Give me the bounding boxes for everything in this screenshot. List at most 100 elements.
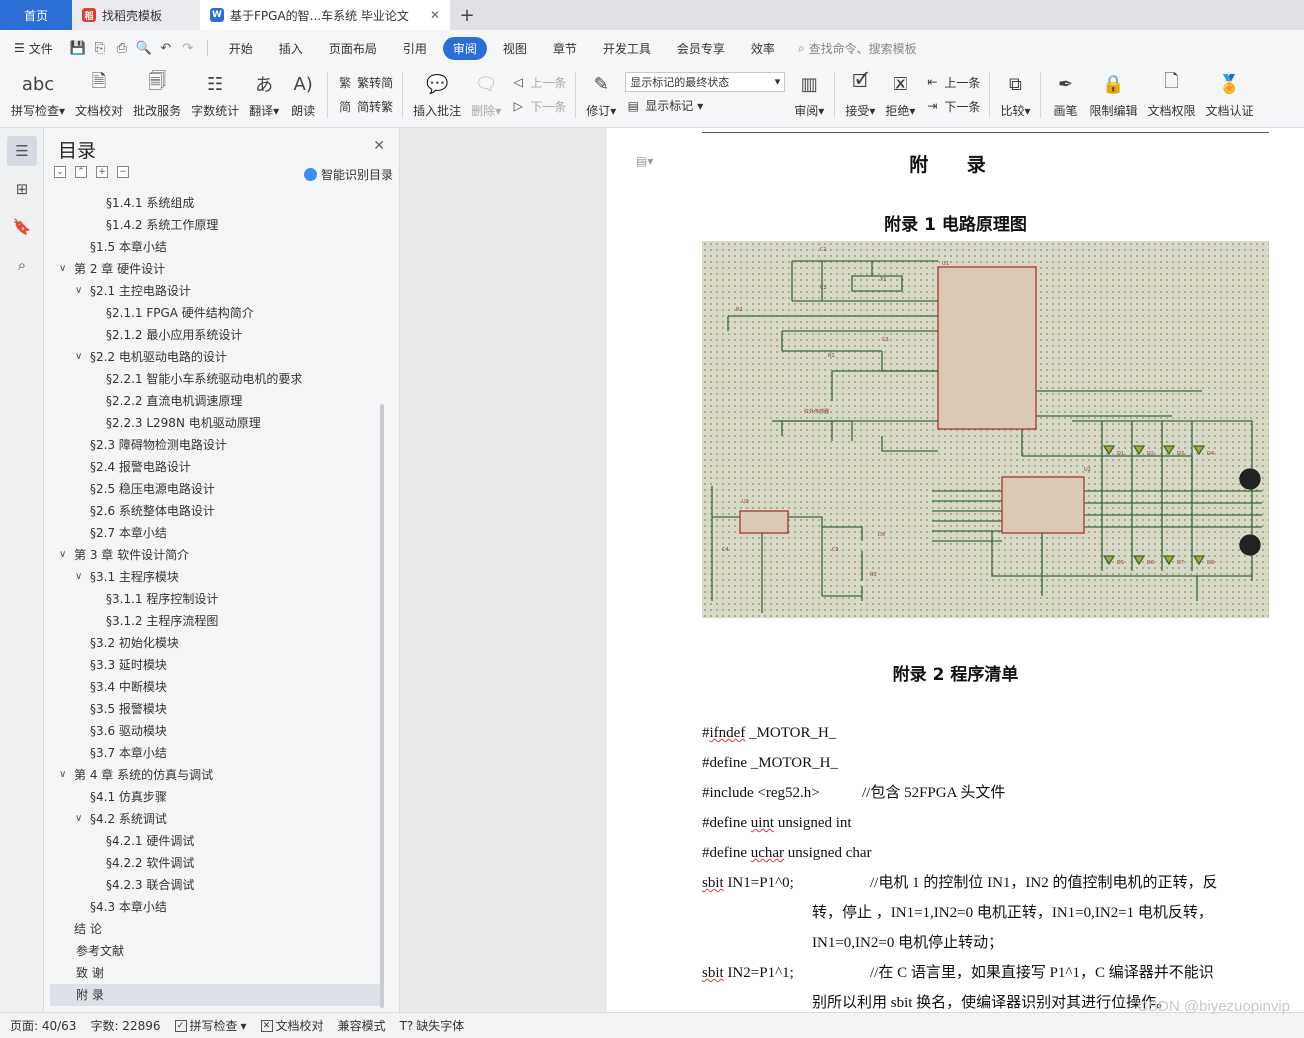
word-count-button[interactable]: ☷ 字数统计 — [186, 70, 244, 119]
compare-button[interactable]: ⧉ 比较▾ — [995, 70, 1035, 119]
doc-permission-button[interactable]: 🗋 文档权限 — [1143, 70, 1201, 119]
chevron-down-icon[interactable]: ∨ — [75, 566, 82, 588]
tab-template[interactable]: 稻 找稻壳模板 — [72, 0, 200, 30]
toc-item[interactable]: ∨ 第 2 章 硬件设计 — [50, 258, 380, 280]
toc-item[interactable]: §1.4.2 系统工作原理 — [50, 214, 380, 236]
menu-tab[interactable]: 插入 — [269, 37, 313, 60]
spellcheck-status[interactable]: ✓ 拼写检查 ▾ — [174, 1017, 247, 1034]
show-markup-button[interactable]: ▤ 显示标记 ▾ — [625, 95, 785, 117]
annotate-service-button[interactable]: 🗐 批改服务 — [128, 70, 186, 119]
toc-item[interactable]: §2.6 系统整体电路设计 — [50, 500, 380, 522]
trad-to-simp-button[interactable]: 繁繁转简 — [337, 71, 393, 93]
accept-button[interactable]: 🗹 接受▾ — [840, 70, 880, 119]
toc-item[interactable]: ∨ §2.2 电机驱动电路的设计 — [50, 346, 380, 368]
menu-tab[interactable]: 会员专享 — [667, 37, 735, 60]
review-pane-button[interactable]: ▥ 审阅▾ — [789, 70, 829, 119]
markup-state-select[interactable]: 显示标记的最终状态 ▾ — [625, 71, 786, 92]
smart-toc-button[interactable]: 智能识别目录 — [303, 166, 393, 183]
expand-all-icon[interactable]: ⌃ — [75, 166, 87, 178]
remove-heading-icon[interactable]: − — [117, 166, 129, 178]
toc-item[interactable]: 结 论 — [50, 918, 380, 940]
chevron-down-icon[interactable]: ∨ — [59, 258, 66, 280]
missing-font-status[interactable]: T? 缺失字体 — [400, 1017, 465, 1034]
add-heading-icon[interactable]: + — [96, 166, 108, 178]
toc-item[interactable]: §4.2.1 硬件调试 — [50, 830, 380, 852]
menu-tab[interactable]: 开发工具 — [593, 37, 661, 60]
chevron-down-icon[interactable]: ∨ — [75, 280, 82, 302]
simp-to-trad-button[interactable]: 简简转繁 — [337, 95, 393, 117]
prev-revision-button[interactable]: ⇤ 上一条 — [924, 71, 980, 93]
toc-item[interactable]: §2.5 稳压电源电路设计 — [50, 478, 380, 500]
toc-item[interactable]: §4.1 仿真步骤 — [50, 786, 380, 808]
toc-item[interactable]: §2.1.1 FPGA 硬件结构简介 — [50, 302, 380, 324]
chevron-down-icon[interactable]: ∨ — [59, 544, 66, 566]
toc-item[interactable]: §3.2 初始化模块 — [50, 632, 380, 654]
close-tab-icon[interactable]: ✕ — [430, 8, 440, 22]
print-icon[interactable]: ⎙ — [114, 40, 130, 56]
toc-item[interactable]: §3.5 报警模块 — [50, 698, 380, 720]
translate-button[interactable]: あ翻译▾ — [244, 70, 284, 119]
next-revision-button[interactable]: ⇥ 下一条 — [924, 95, 980, 117]
prev-comment-button[interactable]: ◁ 上一条 — [510, 71, 567, 93]
toc-item[interactable]: §2.2.3 L298N 电机驱动原理 — [50, 412, 380, 434]
restrict-edit-button[interactable]: 🔒 限制编辑 — [1084, 70, 1142, 119]
toc-item[interactable]: 附 录 — [50, 984, 380, 1006]
chevron-down-icon[interactable]: ∨ — [59, 764, 66, 786]
next-comment-button[interactable]: ▷ 下一条 — [510, 95, 567, 117]
word-count-indicator[interactable]: 字数: 22896 — [90, 1017, 160, 1034]
read-aloud-button[interactable]: A) 朗读 — [284, 70, 322, 119]
toc-scrollbar[interactable] — [380, 404, 384, 1008]
toc-item[interactable]: §2.3 障碍物检测电路设计 — [50, 434, 380, 456]
toc-item[interactable]: §2.2.1 智能小车系统驱动电机的要求 — [50, 368, 380, 390]
collapse-all-icon[interactable]: ⌄ — [54, 166, 66, 178]
toc-item[interactable]: §3.1.1 程序控制设计 — [50, 588, 380, 610]
toc-item[interactable]: §1.5 本章小结 — [50, 236, 380, 258]
menu-tab[interactable]: 开始 — [219, 37, 263, 60]
toc-item[interactable]: §2.4 报警电路设计 — [50, 456, 380, 478]
undo-icon[interactable]: ↶ — [158, 40, 174, 56]
export-pdf-icon[interactable]: ⎘ — [92, 40, 108, 56]
toc-item[interactable]: §2.7 本章小结 — [50, 522, 380, 544]
doc-check-button[interactable]: 🗎 文档校对 — [70, 70, 128, 119]
toc-item[interactable]: §3.7 本章小结 — [50, 742, 380, 764]
toc-item[interactable]: §2.2.2 直流电机调速原理 — [50, 390, 380, 412]
delete-comment-button[interactable]: 🗨 删除▾ — [466, 70, 506, 119]
file-menu-button[interactable]: ☰ 文件 — [14, 40, 53, 57]
revise-button[interactable]: ✎ 修订▾ — [581, 70, 621, 119]
menu-tab[interactable]: 页面布局 — [319, 37, 387, 60]
insert-comment-button[interactable]: 💬 插入批注 — [408, 70, 466, 119]
toc-item[interactable]: §3.6 驱动模块 — [50, 720, 380, 742]
menu-tab[interactable]: 引用 — [393, 37, 437, 60]
menu-tab[interactable]: 章节 — [543, 37, 587, 60]
new-tab-button[interactable]: + — [450, 0, 484, 30]
navigation-icon[interactable]: ⊞ — [7, 174, 37, 204]
toc-panel-icon[interactable]: ☰ — [7, 136, 37, 166]
toc-item[interactable]: §4.3 本章小结 — [50, 896, 380, 918]
toc-item[interactable]: §1.4.1 系统组成 — [50, 192, 380, 214]
toc-item[interactable]: ∨ §4.2 系统调试 — [50, 808, 380, 830]
print-preview-icon[interactable]: 🔍 — [136, 40, 152, 56]
reject-button[interactable]: 🗷 拒绝▾ — [880, 70, 920, 119]
pen-button[interactable]: ✒ 画笔 — [1046, 70, 1084, 119]
toc-item[interactable]: ∨ §3.1 主程序模块 — [50, 566, 380, 588]
tab-document[interactable]: W 基于FPGA的智...车系统 毕业论文 ✕ — [200, 0, 450, 30]
doc-check-status[interactable]: ✕ 文档校对 — [260, 1017, 324, 1034]
page-indicator[interactable]: 页面: 40/63 — [10, 1017, 76, 1034]
doc-certify-button[interactable]: 🏅 文档认证 — [1201, 70, 1259, 119]
toc-item[interactable]: §3.4 中断模块 — [50, 676, 380, 698]
toc-item[interactable]: ∨ 第 4 章 系统的仿真与调试 — [50, 764, 380, 786]
spellcheck-button[interactable]: abc 拼写检查▾ — [6, 70, 70, 119]
toc-item[interactable]: §4.2.2 软件调试 — [50, 852, 380, 874]
redo-icon[interactable]: ↷ — [180, 40, 196, 56]
save-icon[interactable]: 💾 — [70, 40, 86, 56]
toc-item[interactable]: 致 谢 — [50, 962, 380, 984]
tab-home[interactable]: 首页 — [0, 0, 72, 30]
toc-item[interactable]: 参考文献 — [50, 940, 380, 962]
toc-item[interactable]: §4.2.3 联合调试 — [50, 874, 380, 896]
menu-tab[interactable]: 审阅 — [442, 36, 487, 60]
toc-item[interactable]: §3.1.2 主程序流程图 — [50, 610, 380, 632]
bookmark-icon[interactable]: 🔖 — [7, 212, 37, 242]
chevron-down-icon[interactable]: ∨ — [75, 346, 82, 368]
chevron-down-icon[interactable]: ∨ — [75, 808, 82, 830]
toc-item[interactable]: §2.1.2 最小应用系统设计 — [50, 324, 380, 346]
